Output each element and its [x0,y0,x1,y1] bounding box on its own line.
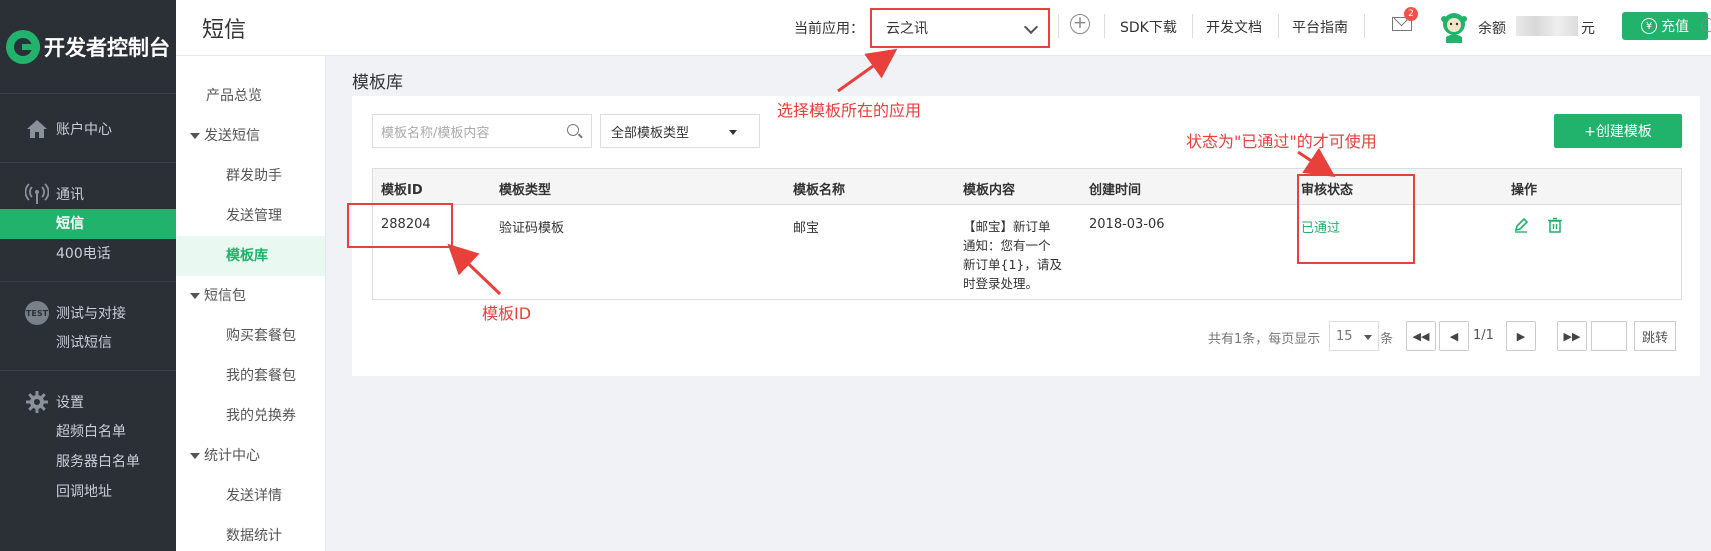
submenu-group-sms-package[interactable]: 短信包 [176,276,325,316]
add-app-icon[interactable]: + [1070,14,1090,34]
submenu-my-packages[interactable]: 我的套餐包 [176,356,325,396]
page-title: 短信 [202,18,247,43]
search-icon[interactable] [1701,18,1711,32]
table-header: 模板ID 模板类型 模板名称 模板内容 创建时间 审核状态 操作 [373,169,1681,205]
sidebar-item-sms[interactable]: 短信 [0,209,176,239]
house-icon [24,117,50,141]
submenu-group-send-sms[interactable]: 发送短信 [176,116,325,156]
col-template-id: 模板ID [381,183,423,198]
content-line: 新订单{1}，请及 [963,257,1062,272]
col-actions: 操作 [1511,183,1538,198]
content-line: 【邮宝】新订单 [963,219,1051,234]
recharge-button[interactable]: ¥ 充值 [1622,12,1708,40]
sidebar-item-overclock-whitelist[interactable]: 超频白名单 [0,417,176,447]
submenu-send-management[interactable]: 发送管理 [176,196,325,236]
submenu-buy-package[interactable]: 购买套餐包 [176,316,325,356]
yen-icon: ¥ [1641,18,1657,34]
cell-template-type: 验证码模板 [499,221,565,236]
sidebar-item-400[interactable]: 400电话 [0,239,176,269]
submenu-data-stats[interactable]: 数据统计 [176,516,325,551]
first-page-button[interactable]: ◀◀ [1406,321,1436,351]
pager-summary: 共有1条，每页显示 [1208,332,1321,347]
annotation-select-app: 选择模板所在的应用 [777,101,922,120]
annotation-template-id: 模板ID [482,304,532,323]
trash-icon[interactable] [1547,217,1563,233]
last-page-button[interactable]: ▶▶ [1557,321,1587,351]
top-header: 短信 当前应用： 云之讯 + SDK下载 开发文档 平台指南 2 余额 元 ¥ … [176,0,1711,56]
jump-page-input[interactable] [1591,321,1627,351]
submenu-my-vouchers[interactable]: 我的兑换券 [176,396,325,436]
table-row: 288204 验证码模板 邮宝 【邮宝】新订单 通知：您有一个 新订单{1}，请… [373,205,1681,299]
sidebar-item-callback-url[interactable]: 回调地址 [0,477,176,507]
current-app-select[interactable]: 云之讯 [870,8,1050,48]
cell-template-content: 【邮宝】新订单 通知：您有一个 新订单{1}，请及 时登录处理。 [963,217,1069,293]
content-title: 模板库 [352,73,403,93]
sidebar-item-account[interactable]: 账户中心 [0,114,176,144]
template-type-select[interactable]: 全部模板类型 [600,114,760,148]
col-created-time: 创建时间 [1089,183,1142,198]
edit-icon[interactable] [1513,217,1529,233]
search-placeholder: 模板名称/模板内容 [381,125,490,141]
logo-text: 开发者控制台 [44,35,170,60]
current-app-label: 当前应用： [794,21,864,37]
cell-template-name: 邮宝 [793,221,820,236]
avatar[interactable] [1438,10,1470,44]
sidebar-group-settings[interactable]: 设置 [0,387,176,417]
template-table: 模板ID 模板类型 模板名称 模板内容 创建时间 审核状态 操作 288204 … [372,168,1682,300]
recharge-label: 充值 [1661,19,1689,35]
chevron-down-icon [1023,19,1039,35]
balance-unit: 元 [1581,21,1595,37]
main-sidebar: 开发者控制台 账户中心 通讯 短信 400电话 TEST 测试与对接 测试短信 [0,0,176,551]
dev-docs-link[interactable]: 开发文档 [1206,17,1262,37]
cell-created-time: 2018-03-06 [1089,217,1165,232]
submenu-send-details[interactable]: 发送详情 [176,476,325,516]
gear-icon [24,390,50,414]
page-size-select[interactable]: 15 [1329,321,1379,351]
col-template-type: 模板类型 [499,183,552,198]
search-icon[interactable] [567,124,579,136]
sms-submenu: 产品总览 发送短信 群发助手 发送管理 模板库 短信包 购买套餐包 我的套餐包 … [176,56,326,551]
pager-unit: 条 [1380,332,1394,347]
template-panel: 模板名称/模板内容 全部模板类型 +创建模板 模板ID 模板类型 模板名称 模板… [352,96,1700,376]
logo[interactable]: 开发者控制台 [0,0,176,93]
signal-icon [24,182,50,206]
prev-page-button[interactable]: ◀ [1439,321,1469,351]
sidebar-item-label: 通讯 [56,187,84,203]
sidebar-group-telecom[interactable]: 通讯 [0,179,176,209]
jump-button[interactable]: 跳转 [1634,321,1676,351]
highlight-review-status [1297,174,1415,264]
col-template-content: 模板内容 [963,183,1016,198]
sdk-download-link[interactable]: SDK下载 [1120,17,1177,37]
caret-down-icon [729,130,737,135]
submenu-group-stats[interactable]: 统计中心 [176,436,325,476]
sidebar-group-test[interactable]: TEST 测试与对接 [0,298,176,328]
submenu-product-overview[interactable]: 产品总览 [176,76,325,116]
logo-icon [6,29,40,64]
test-badge-icon: TEST [25,301,49,325]
content-line: 时登录处理。 [963,276,1039,291]
sidebar-item-test-sms[interactable]: 测试短信 [0,328,176,358]
balance-label: 余额 [1478,21,1506,37]
sidebar-item-label: 账户中心 [56,122,112,138]
template-type-value: 全部模板类型 [611,125,690,141]
next-page-button[interactable]: ▶ [1506,321,1536,351]
template-search-input[interactable]: 模板名称/模板内容 [372,114,592,148]
caret-down-icon [1364,335,1372,340]
sidebar-item-server-whitelist[interactable]: 服务器白名单 [0,447,176,477]
annotation-status-note: 状态为"已通过"的才可使用 [1186,132,1377,151]
submenu-bulk-assistant[interactable]: 群发助手 [176,156,325,196]
sidebar-item-label: 测试与对接 [56,306,126,322]
col-template-name: 模板名称 [793,183,846,198]
highlight-template-id [347,203,453,248]
current-app-value: 云之讯 [886,21,928,37]
page-indicator: 1/1 [1473,328,1494,343]
submenu-template-library[interactable]: 模板库 [176,236,325,276]
page-size-value: 15 [1336,328,1353,344]
platform-guide-link[interactable]: 平台指南 [1292,17,1348,37]
mail-badge: 2 [1404,7,1418,21]
sidebar-item-label: 设置 [56,395,84,411]
content-line: 通知：您有一个 [963,238,1051,253]
create-template-button[interactable]: +创建模板 [1554,114,1682,148]
balance-value-masked [1516,16,1578,36]
